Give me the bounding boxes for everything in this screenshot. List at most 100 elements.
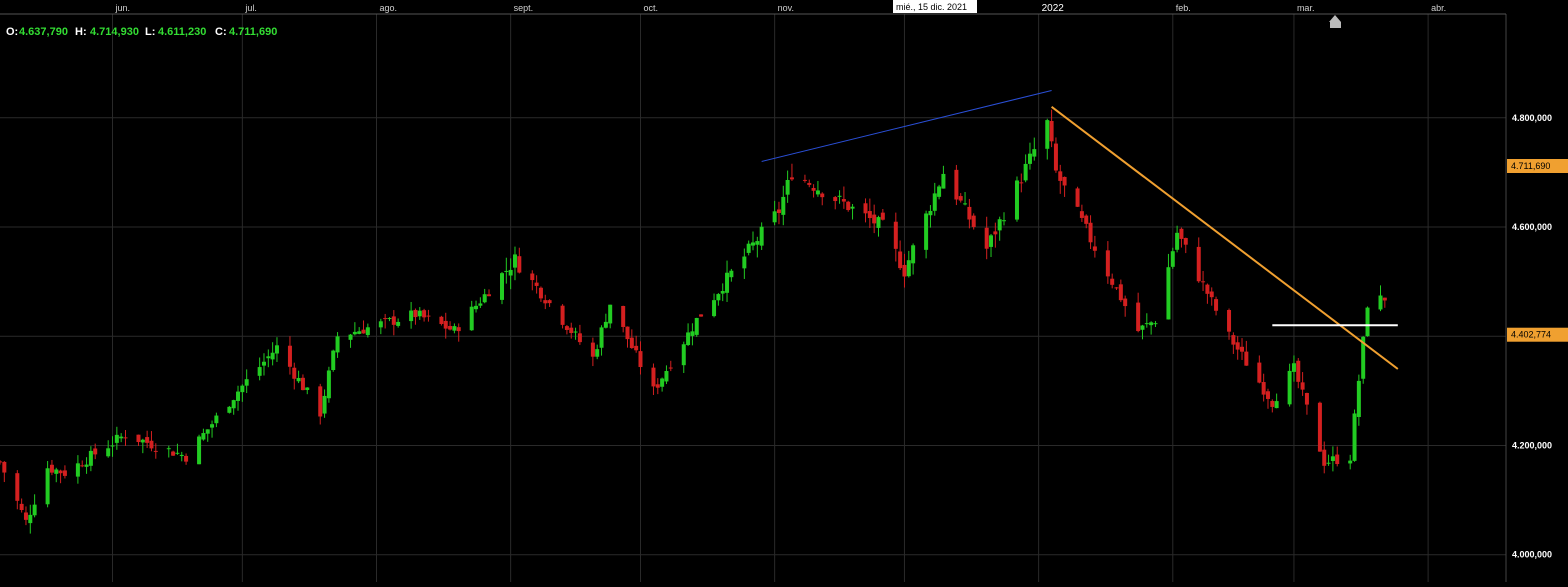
candle-body — [1183, 237, 1188, 245]
candle-body — [1227, 310, 1232, 332]
candle-body — [547, 300, 552, 304]
candle-body — [1079, 211, 1084, 218]
candle-body — [236, 391, 241, 401]
candle-body — [1261, 382, 1266, 395]
candle-body — [80, 465, 85, 467]
candle-body — [911, 245, 916, 264]
candle-body — [1084, 215, 1089, 224]
candle-body — [123, 437, 128, 439]
candle-body — [1179, 228, 1184, 239]
candle-body — [140, 439, 145, 443]
candle-body — [1296, 360, 1301, 382]
candle-body — [1092, 246, 1097, 251]
candle-body — [1170, 251, 1175, 267]
candle-up — [1014, 176, 1019, 222]
candle-body — [776, 209, 781, 213]
candle-body — [1140, 325, 1145, 330]
candle-body — [603, 321, 608, 328]
candle-up — [1352, 409, 1357, 462]
candle-body — [833, 197, 838, 202]
candle-body — [1114, 287, 1119, 289]
candle-body — [577, 333, 582, 343]
candle-body — [538, 287, 543, 299]
candle-body — [205, 429, 210, 434]
candle-body — [409, 310, 414, 322]
month-label: feb. — [1176, 3, 1191, 13]
candle-body — [274, 345, 279, 354]
month-label: ago. — [380, 3, 398, 13]
ohlc-close-value: 4.711,690 — [229, 26, 277, 38]
chart-canvas[interactable]: jun.jul.ago.sept.oct.nov.dic.2022feb.mar… — [0, 0, 1568, 582]
candle-up — [500, 271, 504, 305]
candlestick-chart[interactable]: jun.jul.ago.sept.oct.nov.dic.2022feb.mar… — [0, 0, 1568, 582]
candle-body — [1214, 299, 1219, 311]
candle-body — [1356, 380, 1361, 417]
candle-body — [1136, 302, 1141, 332]
candle-body — [1378, 295, 1383, 310]
candle-body — [422, 310, 427, 318]
candle-body — [1032, 149, 1037, 157]
candle-body — [1348, 460, 1353, 464]
candle-body — [1335, 454, 1340, 465]
candle-body — [28, 514, 33, 524]
candle-body — [621, 305, 626, 327]
candle-body — [49, 464, 54, 473]
candle-body — [937, 186, 942, 197]
month-label: jul. — [244, 3, 257, 13]
candle-body — [560, 305, 565, 325]
candle-body — [846, 201, 851, 211]
candle-down — [1075, 186, 1080, 208]
month-label: 2022 — [1042, 3, 1065, 14]
candle-body — [543, 300, 548, 304]
month-label: jun. — [115, 3, 131, 13]
candle-body — [1062, 176, 1067, 186]
candle-body — [179, 454, 184, 457]
candle-body — [1265, 391, 1270, 399]
candle-body — [651, 367, 656, 387]
candle-body — [240, 385, 245, 393]
ohlc-low-label: L: — [145, 26, 155, 38]
candle-body — [227, 406, 232, 413]
candle-body — [396, 321, 401, 326]
candle-body — [361, 329, 366, 334]
candle-body — [629, 337, 634, 349]
candle-body — [573, 331, 578, 333]
ohlc-open-label: O: — [6, 26, 18, 38]
candle-body — [1196, 246, 1201, 282]
candle-body — [1235, 342, 1240, 350]
candle-body — [1300, 382, 1305, 390]
candle-body — [184, 455, 189, 462]
candle-body — [348, 334, 353, 340]
candle-body — [699, 314, 704, 317]
candle-body — [590, 342, 595, 357]
candle-body — [166, 448, 171, 450]
candle-up — [331, 349, 336, 372]
candle-body — [88, 450, 93, 466]
candle-body — [452, 326, 457, 331]
candle-body — [729, 270, 734, 278]
candle-body — [448, 325, 453, 330]
candle-body — [512, 254, 517, 268]
candle-body — [902, 264, 907, 277]
candle-body — [335, 336, 340, 353]
candle-body — [716, 294, 721, 301]
candle-body — [681, 344, 686, 366]
candle-body — [1105, 250, 1110, 277]
candle-body — [1027, 153, 1032, 164]
candle-body — [664, 370, 669, 382]
candle-body — [1149, 322, 1154, 326]
candle-body — [1110, 278, 1115, 285]
candle-up — [326, 366, 331, 403]
candle-body — [1382, 297, 1387, 301]
candle-body — [655, 384, 660, 388]
candle-body — [482, 294, 487, 303]
y-tick-label: 4.000,000 — [1512, 550, 1552, 560]
candle-body — [820, 193, 825, 198]
candle-body — [789, 177, 794, 180]
candle-body — [1270, 400, 1275, 407]
candle-body — [153, 450, 158, 452]
candle-body — [928, 210, 933, 216]
candle-body — [811, 187, 816, 191]
candle-body — [595, 349, 600, 357]
candle-body — [720, 291, 725, 294]
